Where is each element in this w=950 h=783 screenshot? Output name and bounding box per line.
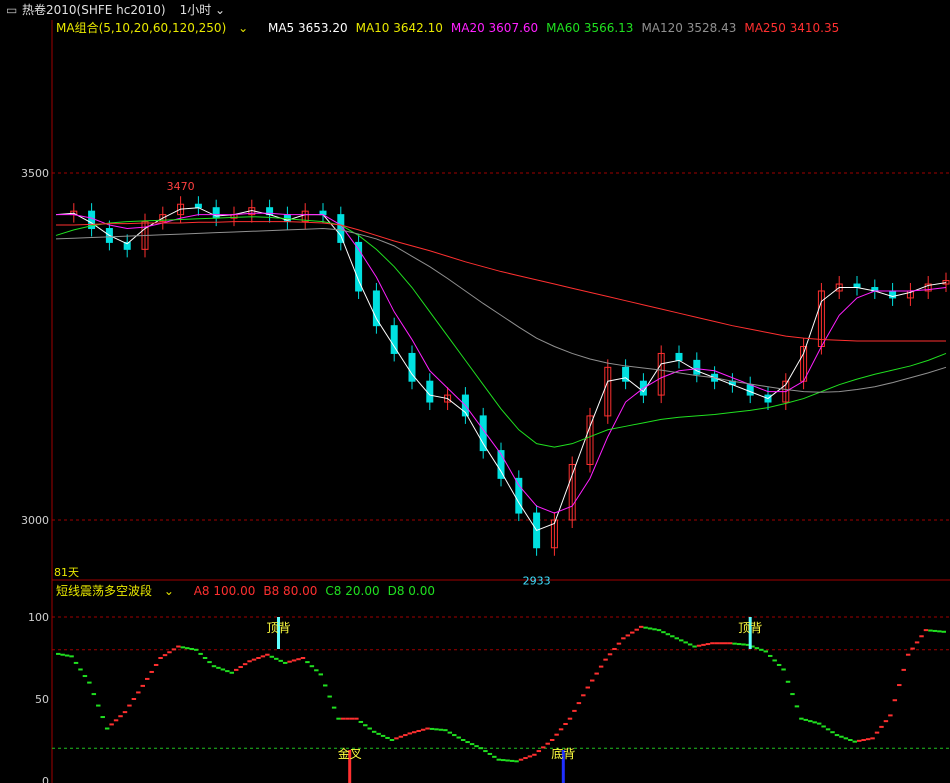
signal-label: 顶背 bbox=[738, 621, 762, 635]
osc-tick-label: 100 bbox=[28, 611, 49, 624]
osc-tick-label: 50 bbox=[35, 693, 49, 706]
ma-line-ma120 bbox=[55, 228, 947, 393]
signal-label: 底背 bbox=[551, 746, 575, 761]
ma-line-ma60 bbox=[55, 216, 947, 448]
candle-body bbox=[515, 477, 523, 514]
price-annotation: 2933 bbox=[523, 574, 551, 587]
candle-body bbox=[693, 359, 701, 375]
candle-body bbox=[426, 380, 434, 403]
price-tick-label: 3000 bbox=[21, 514, 49, 527]
candle-body bbox=[372, 290, 380, 327]
price-annotation: 3470 bbox=[167, 180, 195, 193]
osc-tick-label: 0 bbox=[42, 775, 49, 783]
period-count-label: 81天 bbox=[54, 566, 79, 579]
candle-body bbox=[853, 283, 861, 289]
ma-line-ma250 bbox=[56, 221, 946, 342]
candle-body bbox=[319, 210, 327, 216]
price-tick-label: 3500 bbox=[21, 167, 49, 180]
candle-body bbox=[675, 352, 683, 361]
signal-label: 金叉 bbox=[338, 746, 362, 761]
candle-body bbox=[212, 207, 220, 219]
candle-body bbox=[746, 384, 754, 396]
candle-body bbox=[194, 203, 202, 209]
chart-canvas[interactable]: 3500 3000 3470 2933 81天 100 50 0 顶背金叉 底背 顶背 bbox=[0, 0, 950, 783]
signal-label: 顶背 bbox=[266, 621, 290, 635]
